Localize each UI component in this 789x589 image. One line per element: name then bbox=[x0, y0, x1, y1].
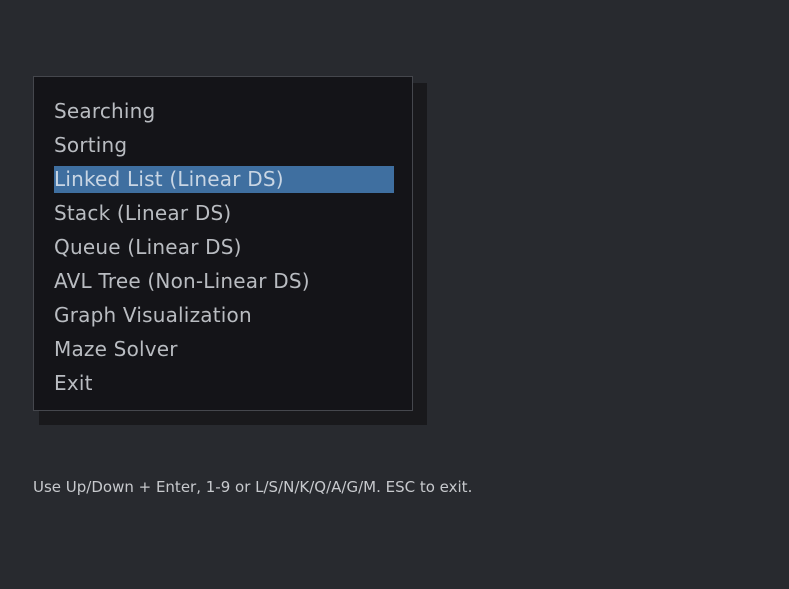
menu-item-exit[interactable]: Exit bbox=[54, 370, 394, 404]
menu-item-label: Stack (Linear DS) bbox=[54, 201, 232, 225]
menu-item-queue[interactable]: Queue (Linear DS) bbox=[54, 234, 394, 268]
menu-item-label: Sorting bbox=[54, 133, 128, 157]
menu-item-label: Linked List (Linear DS) bbox=[54, 166, 394, 193]
menu-item-label: Queue (Linear DS) bbox=[54, 235, 242, 259]
menu-item-searching[interactable]: Searching bbox=[54, 98, 394, 132]
menu-item-graph-visualization[interactable]: Graph Visualization bbox=[54, 302, 394, 336]
menu-list: Searching Sorting Linked List (Linear DS… bbox=[54, 98, 394, 404]
menu-item-sorting[interactable]: Sorting bbox=[54, 132, 394, 166]
menu-item-stack[interactable]: Stack (Linear DS) bbox=[54, 200, 394, 234]
menu-item-label: Searching bbox=[54, 99, 156, 123]
main-menu: Searching Sorting Linked List (Linear DS… bbox=[33, 76, 413, 411]
menu-item-linked-list[interactable]: Linked List (Linear DS) bbox=[54, 166, 394, 200]
help-text: Use Up/Down + Enter, 1-9 or L/S/N/K/Q/A/… bbox=[33, 478, 473, 496]
menu-item-label: Graph Visualization bbox=[54, 303, 252, 327]
menu-item-label: AVL Tree (Non-Linear DS) bbox=[54, 269, 310, 293]
menu-item-label: Exit bbox=[54, 371, 93, 395]
menu-item-label: Maze Solver bbox=[54, 337, 178, 361]
menu-item-maze-solver[interactable]: Maze Solver bbox=[54, 336, 394, 370]
menu-item-avl-tree[interactable]: AVL Tree (Non-Linear DS) bbox=[54, 268, 394, 302]
